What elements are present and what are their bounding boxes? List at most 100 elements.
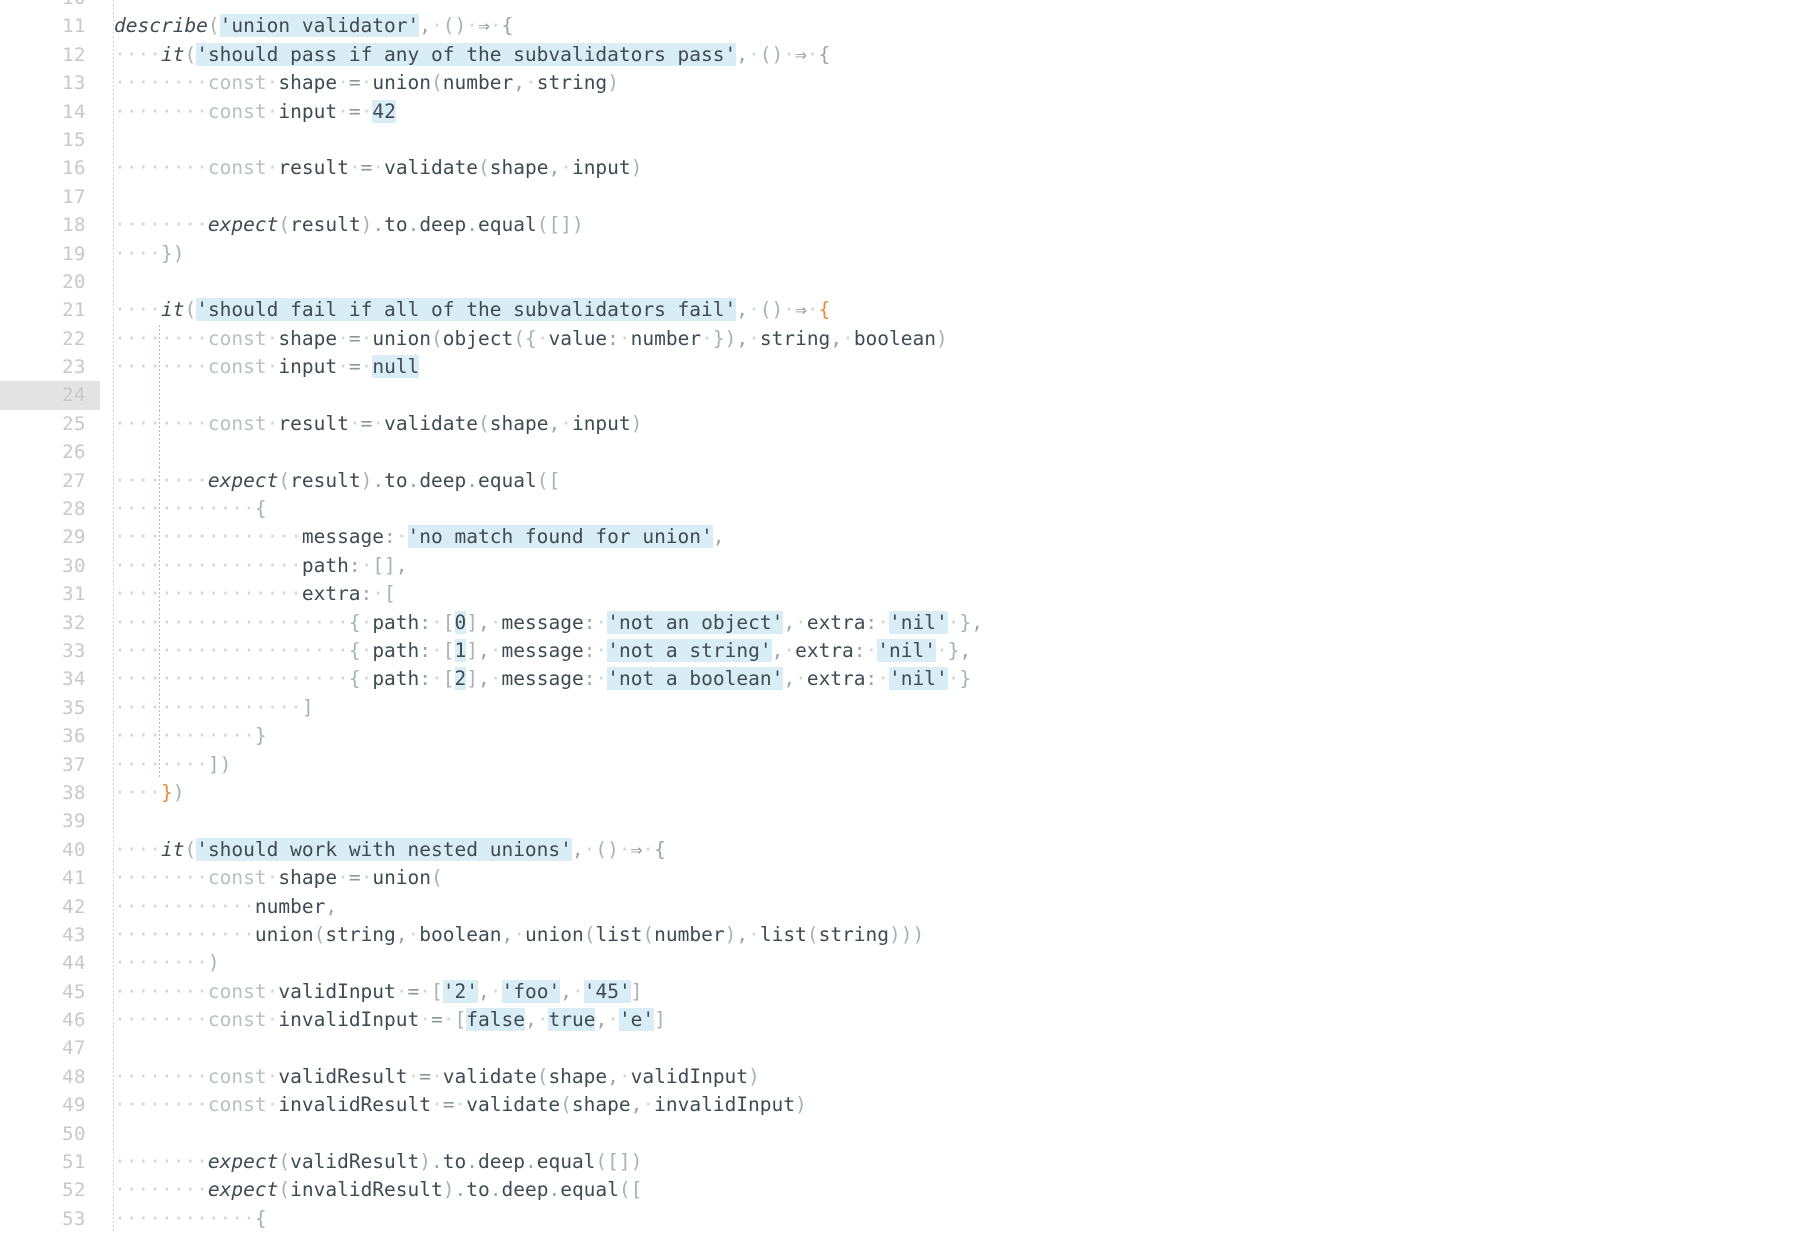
code-line-content[interactable] [100,125,1795,155]
code-line-content[interactable]: ········const·shape·=·union( [100,864,1795,893]
code-token: · [431,667,443,691]
code-token: · [806,42,819,66]
code-token: ········ [114,752,208,776]
code-line-content[interactable] [100,1119,1795,1149]
code-line[interactable]: 49 ········const·invalidResult·=·validate… [0,1091,1795,1121]
code-line[interactable]: 35 ················] [0,693,1795,723]
code-line-content[interactable]: ········expect(validResult).to.deep.equa… [100,1148,1795,1177]
code-line[interactable]: 37 ········]) [0,750,1795,780]
code-line[interactable]: 31 ················extra:·[ [0,580,1795,609]
code-line-content[interactable]: ········]) [100,750,1795,780]
code-line-content[interactable]: ············} [100,722,1795,751]
code-line[interactable]: 48 ········const·validResult·=·validate(s… [0,1062,1795,1092]
code-line[interactable]: 41 ········const·shape·=·union( [0,864,1795,893]
code-line[interactable]: 17 [0,182,1795,212]
code-line-content[interactable]: ········const·input·=·42 [100,97,1795,127]
code-line-content[interactable]: ····················{·path:·[0],·message… [100,608,1795,638]
code-line[interactable]: 51 ········expect(validResult).to.deep.eq… [0,1148,1795,1177]
code-token: 42 [372,99,396,123]
code-token: ················ [114,553,302,577]
code-line-content[interactable]: ········const·validInput·=·['2',·'foo',·… [100,977,1795,1007]
code-line-content[interactable]: ········expect(result).to.deep.equal([]) [100,211,1795,240]
code-line[interactable]: 21 ····it('should fail if all of the subv… [0,296,1795,326]
code-editor[interactable]: 1011describe('union validator',·()·⇒·{12… [0,0,1795,1233]
code-line[interactable]: 42 ············number, [0,892,1795,922]
code-line[interactable]: 14 ········const·input·=·42 [0,97,1795,127]
code-line-content[interactable]: ········const·invalidResult·=·validate(s… [100,1091,1795,1121]
code-line[interactable]: 46 ········const·invalidInput·=·[false,·t… [0,1006,1795,1035]
code-line[interactable]: 20 [0,267,1795,297]
code-line-content[interactable]: ········expect(result).to.deep.equal([ [100,466,1795,496]
code-line-content[interactable]: ················] [100,693,1795,723]
code-line[interactable]: 53 ············{ [0,1204,1795,1233]
code-line[interactable]: 22 ········const·shape·=·union(object({·v… [0,324,1795,354]
code-token: · [360,866,373,890]
code-line[interactable]: 27 ········expect(result).to.deep.equal([ [0,466,1795,496]
code-line-content[interactable]: ····}) [100,778,1795,808]
code-lines-container[interactable]: 1011describe('union validator',·()·⇒·{12… [0,0,1795,1233]
code-line[interactable]: 45 ········const·validInput·=·['2',·'foo'… [0,977,1795,1007]
code-line-content[interactable] [100,267,1795,297]
code-line[interactable]: 30 ················path:·[], [0,551,1795,581]
code-line[interactable]: 47 [0,1034,1795,1064]
code-line-content[interactable] [100,807,1795,837]
code-line-content[interactable] [100,182,1795,212]
code-line-content[interactable]: ················extra:·[ [100,580,1795,609]
code-token: to [384,213,408,237]
code-line-content[interactable] [100,381,1795,411]
code-line-content[interactable]: ········const·result·=·validate(shape,·i… [100,409,1795,439]
code-line[interactable]: 16 ········const·result·=·validate(shape,… [0,154,1795,184]
code-line-content[interactable]: ············union(string,·boolean,·union… [100,920,1795,950]
code-line[interactable]: 43 ············union(string,·boolean,·uni… [0,920,1795,950]
code-line-content[interactable]: ········) [100,949,1795,979]
code-line-content[interactable]: ····it('should work with nested unions',… [100,835,1795,865]
code-line-content[interactable]: ············number, [100,892,1795,922]
code-line-content[interactable]: ················path:·[], [100,551,1795,581]
code-line-content[interactable] [100,1034,1795,1064]
code-line[interactable]: 29 ················message:·'no match fou… [0,523,1795,553]
code-line[interactable]: 10 [0,0,1795,13]
code-line[interactable]: 34 ····················{·path:·[2],·messa… [0,665,1795,695]
code-line-content[interactable]: ····················{·path:·[1],·message… [100,636,1795,666]
code-line[interactable]: 40 ····it('should work with nested unions… [0,835,1795,865]
code-line[interactable]: 26 [0,438,1795,468]
code-line-content[interactable]: ········const·validResult·=·validate(sha… [100,1062,1795,1092]
code-line-content[interactable]: ········const·invalidInput·=·[false,·tru… [100,1006,1795,1035]
code-line[interactable]: 24 [0,381,1795,411]
code-token: shape [278,866,338,890]
code-line-content[interactable]: ········const·shape·=·union(object({·val… [100,324,1795,354]
code-line[interactable]: 12 ····it('should pass if any of the subv… [0,40,1795,70]
code-line[interactable]: 33 ····················{·path:·[1],·messa… [0,636,1795,666]
code-line-content[interactable]: ················message:·'no match found… [100,523,1795,553]
code-line[interactable]: 44 ········) [0,949,1795,979]
code-line[interactable]: 19 ····}) [0,239,1795,269]
code-line-content[interactable]: ····it('should fail if all of the subval… [100,296,1795,326]
code-line[interactable]: 25 ········const·result·=·validate(shape,… [0,409,1795,439]
code-line[interactable]: 13 ········const·shape·=·union(number,·st… [0,69,1795,98]
code-line[interactable]: 39 [0,807,1795,837]
code-line-content[interactable]: ····}) [100,239,1795,269]
code-line[interactable]: 18 ········expect(result).to.deep.equal([… [0,211,1795,240]
code-line[interactable]: 28 ············{ [0,495,1795,524]
code-token: boolean [419,922,502,946]
code-line-content[interactable]: ········const·input·=·null [100,353,1795,382]
code-line-content[interactable] [100,0,1795,13]
code-line-content[interactable]: ········const·shape·=·union(number,·stri… [100,69,1795,98]
code-line-content[interactable]: ············{ [100,495,1795,524]
code-line-content[interactable]: ········const·result·=·validate(shape,·i… [100,154,1795,184]
code-line-content[interactable]: ············{ [100,1204,1795,1233]
code-line[interactable]: 52 ········expect(invalidResult).to.deep.… [0,1176,1795,1206]
code-line-content[interactable] [100,438,1795,468]
code-line-content[interactable]: ········expect(invalidResult).to.deep.eq… [100,1176,1795,1206]
code-line[interactable]: 50 [0,1119,1795,1149]
code-line[interactable]: 32 ····················{·path:·[0],·messa… [0,608,1795,638]
code-line[interactable]: 23 ········const·input·=·null [0,353,1795,382]
code-line[interactable]: 36 ············} [0,722,1795,751]
code-line-content[interactable]: ····················{·path:·[2],·message… [100,665,1795,695]
code-token: ) [630,156,643,180]
code-line[interactable]: 11 describe('union validator',·()·⇒·{ [0,12,1795,42]
code-line[interactable]: 15 [0,125,1795,155]
code-line[interactable]: 38 ····}) [0,778,1795,808]
code-line-content[interactable]: ····it('should pass if any of the subval… [100,40,1795,70]
code-line-content[interactable]: describe('union validator',·()·⇒·{ [100,12,1795,42]
